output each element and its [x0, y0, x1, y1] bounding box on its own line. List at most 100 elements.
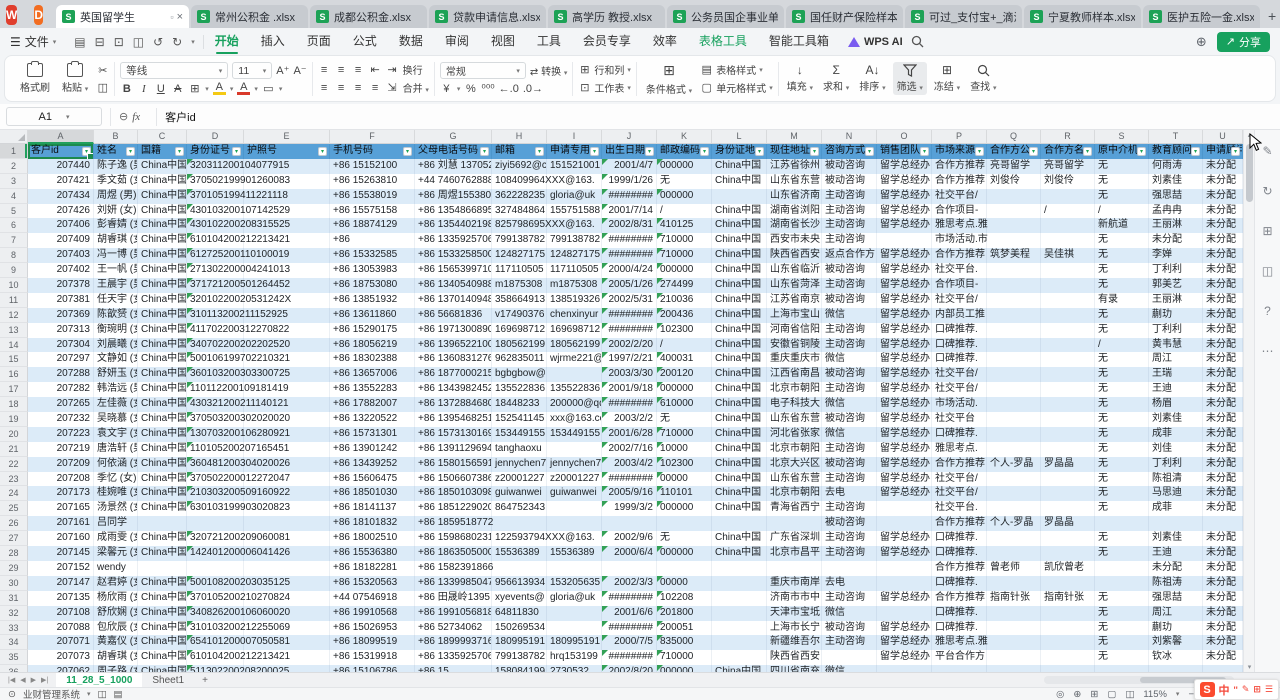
cell[interactable]	[1041, 367, 1095, 382]
row-number[interactable]: 24	[0, 486, 28, 501]
cell[interactable]: 袁文宇 (女	[94, 427, 138, 442]
cell[interactable]: 丁利利	[1149, 457, 1203, 472]
cell[interactable]: 主动咨询	[822, 591, 877, 606]
cell[interactable]: 未分配	[1203, 338, 1243, 353]
cell[interactable]: 留学总经办	[877, 204, 932, 219]
cell[interactable]: China中国	[712, 233, 767, 248]
cell[interactable]	[987, 293, 1041, 308]
cell[interactable]: 210303200509160922	[187, 486, 244, 501]
cell[interactable]: +86 1565399710	[415, 263, 492, 278]
cell[interactable]: +86 1335925706	[415, 650, 492, 665]
column-header[interactable]: N	[822, 130, 877, 144]
cell[interactable]: China中国	[138, 606, 187, 621]
cell[interactable]: 2000/4/24	[602, 263, 657, 278]
row-number[interactable]: 15	[0, 352, 28, 367]
cell[interactable]	[877, 501, 932, 516]
cell[interactable]: China中国	[712, 486, 767, 501]
menu-item[interactable]: 表格工具	[688, 28, 758, 55]
cell[interactable]: 周江	[1149, 606, 1203, 621]
document-tab[interactable]: S英国留学生▫×	[56, 5, 189, 28]
cell[interactable]: 口碑推荐.	[932, 531, 987, 546]
zoom-dropdown-icon[interactable]: ▾	[1176, 690, 1180, 698]
cell[interactable]: 李婵	[1149, 248, 1203, 263]
cell[interactable]	[1149, 516, 1203, 531]
freeze-button[interactable]: ⊞冻结 ▾	[931, 64, 963, 93]
cell[interactable]: 留学总经办	[877, 635, 932, 650]
cell[interactable]: China中国	[138, 665, 187, 672]
cell[interactable]: 河南省信阳	[767, 323, 822, 338]
paste-button[interactable]: 粘贴 ▾	[58, 62, 92, 95]
cell[interactable]: 留学总经办	[877, 174, 932, 189]
cell[interactable]: +86 18182281	[330, 561, 415, 576]
header-cell[interactable]: 销售团队▾	[877, 144, 932, 159]
cell[interactable]: 未分配	[1203, 561, 1243, 576]
cell[interactable]: 刘俊伶	[1041, 174, 1095, 189]
cell[interactable]	[657, 561, 712, 576]
cell[interactable]: 刘素佳	[1149, 531, 1203, 546]
cell[interactable]: China中国	[138, 338, 187, 353]
cell[interactable]	[1095, 576, 1149, 591]
cell[interactable]: 留学总经办	[877, 367, 932, 382]
cell[interactable]	[987, 397, 1041, 412]
row-number[interactable]: 29	[0, 561, 28, 576]
cell[interactable]	[1041, 650, 1095, 665]
cell[interactable]: 102208	[657, 591, 712, 606]
cell[interactable]: 刘素佳	[1149, 412, 1203, 427]
document-tab[interactable]: S宁夏教师样本.xlsx	[1024, 5, 1141, 28]
cell[interactable]	[244, 561, 330, 576]
row-number[interactable]: 7	[0, 233, 28, 248]
cell[interactable]: +86 1580156591	[415, 457, 492, 472]
filter-dropdown-icon[interactable]: ▾	[232, 147, 241, 156]
cell[interactable]: 310113200211152925	[187, 308, 244, 323]
print-icon[interactable]: ⊡	[114, 35, 124, 49]
wrap-text-button[interactable]: 换行	[403, 62, 423, 77]
cell[interactable]: chenxinyur	[547, 308, 602, 323]
cell[interactable]: +44 07546918	[330, 591, 415, 606]
cell[interactable]	[1095, 561, 1149, 576]
cell[interactable]: +86 1991056818	[415, 606, 492, 621]
cell[interactable]: 留学总经办	[877, 323, 932, 338]
header-cell[interactable]: 咨询方式▾	[822, 144, 877, 159]
cell[interactable]: 留学总经办	[877, 278, 932, 293]
cell[interactable]: 山东省东营	[767, 174, 822, 189]
cell[interactable]: 2003/3/30	[602, 367, 657, 382]
cell[interactable]: 410125	[657, 218, 712, 233]
cell[interactable]: +86 15026953	[330, 621, 415, 636]
cell[interactable]	[712, 606, 767, 621]
cell[interactable]: 刘素佳	[1149, 174, 1203, 189]
cell[interactable]: 未分配	[1203, 204, 1243, 219]
cell[interactable]: 710000	[657, 248, 712, 263]
cell[interactable]: +86 1863505000	[415, 546, 492, 561]
cell[interactable]: v17490376	[492, 308, 547, 323]
cell[interactable]	[1041, 576, 1095, 591]
cell[interactable]: +86 1598680231	[415, 531, 492, 546]
cell[interactable]: 山东省临沂	[767, 263, 822, 278]
cell[interactable]: 150269534	[492, 621, 547, 636]
cell[interactable]: 200120	[657, 367, 712, 382]
cell[interactable]: 138519326	[547, 293, 602, 308]
cell[interactable]: 济南市市中	[767, 591, 822, 606]
cell[interactable]: 825798695XXX@163.	[492, 218, 547, 233]
cell[interactable]: wjrme221@	[547, 352, 602, 367]
sidebar-refresh-icon[interactable]: ↻	[1262, 184, 1272, 198]
cell[interactable]: +86 56681836	[415, 308, 492, 323]
cell[interactable]: 主动咨询	[822, 472, 877, 487]
cell[interactable]: China中国	[138, 486, 187, 501]
format-painter-button[interactable]: 格式刷	[16, 62, 54, 95]
cell[interactable]: 成菲	[1149, 501, 1203, 516]
cell[interactable]: China中国	[138, 472, 187, 487]
cell[interactable]: 汤景然 (女	[94, 501, 138, 516]
cell[interactable]: 2001/9/18	[602, 382, 657, 397]
strikethrough-button[interactable]: A	[171, 83, 184, 95]
cell[interactable]: China中国	[712, 218, 767, 233]
cell[interactable]: 2002/2/20	[602, 338, 657, 353]
cell[interactable]: 610000	[657, 397, 712, 412]
filter-dropdown-icon[interactable]: ▾	[175, 147, 184, 156]
cell[interactable]: 207147	[28, 576, 94, 591]
row-number[interactable]: 2	[0, 159, 28, 174]
filter-dropdown-icon[interactable]: ▾	[1083, 147, 1092, 156]
cell[interactable]: 口碑推荐.	[932, 606, 987, 621]
cell[interactable]: 340702200202202520	[187, 338, 244, 353]
cell[interactable]: 000000	[657, 189, 712, 204]
cell[interactable]: 陈歆赟 (女	[94, 308, 138, 323]
